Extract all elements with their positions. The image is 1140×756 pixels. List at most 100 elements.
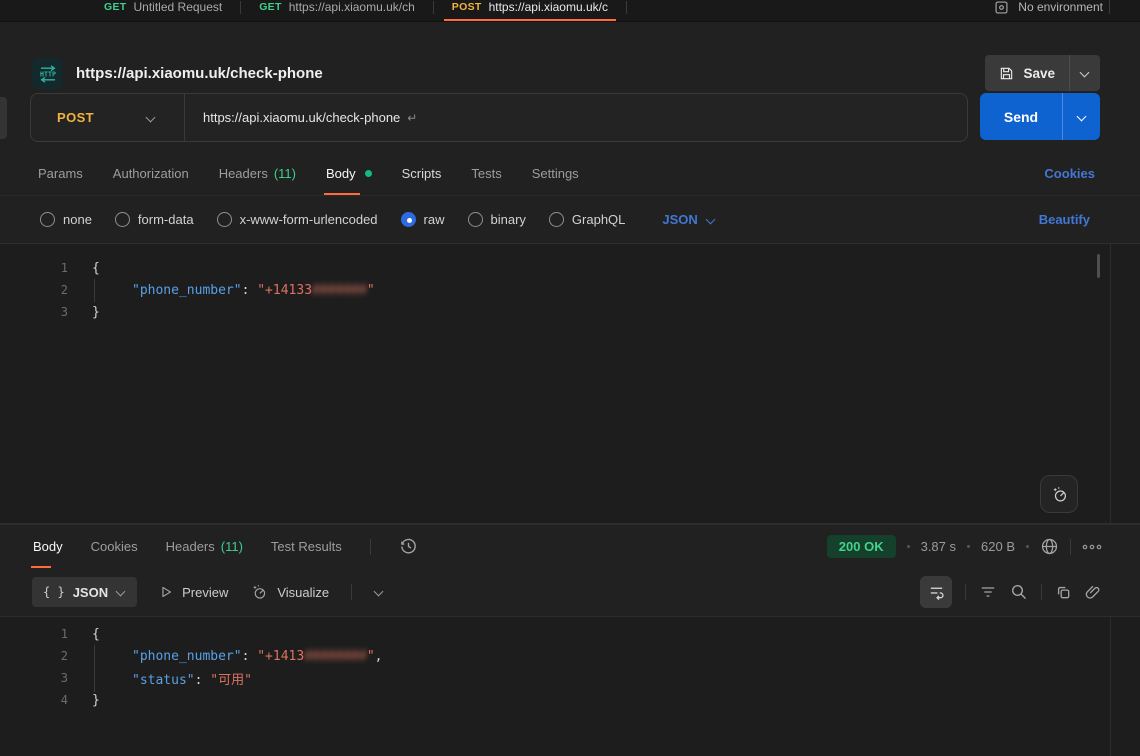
- editor-scrollbar[interactable]: [1097, 254, 1100, 278]
- enter-key-hint: ↵: [407, 111, 417, 125]
- tab-settings[interactable]: Settings: [532, 152, 579, 195]
- line-number: 1: [0, 261, 68, 275]
- radio-binary[interactable]: binary: [468, 212, 526, 227]
- language-selector[interactable]: JSON: [662, 212, 715, 227]
- tab-body-active[interactable]: Body: [326, 152, 372, 195]
- line-number: 1: [0, 627, 68, 641]
- send-options-button[interactable]: [1063, 93, 1100, 140]
- code-token: :: [242, 649, 258, 664]
- request-tab-3-active[interactable]: POST https://api.xiaomu.uk/c: [434, 0, 626, 21]
- response-tab-headers[interactable]: Headers (11): [166, 525, 243, 568]
- response-meta: 200 OK 3.87 s 620 B: [827, 535, 1102, 558]
- tab-method-badge: POST: [452, 1, 482, 13]
- editor-right-border: [1110, 617, 1111, 756]
- tab-params[interactable]: Params: [38, 152, 83, 195]
- radio-none[interactable]: none: [40, 212, 92, 227]
- search-icon[interactable]: [1010, 583, 1028, 601]
- json-key: "phone_number": [132, 283, 242, 298]
- json-key: "phone_number": [132, 649, 242, 664]
- tab-tests[interactable]: Tests: [471, 152, 501, 195]
- copy-icon[interactable]: [1055, 584, 1072, 601]
- language-label: JSON: [662, 212, 697, 227]
- postbot-button[interactable]: [1040, 475, 1078, 513]
- radio-label: none: [63, 212, 92, 227]
- tab-scripts[interactable]: Scripts: [402, 152, 442, 195]
- response-format-selector[interactable]: { } JSON: [32, 577, 137, 607]
- response-size[interactable]: 620 B: [981, 539, 1015, 554]
- radio-circle-selected: [401, 212, 416, 227]
- headers-count-badge: (11): [274, 166, 296, 181]
- request-tab-1[interactable]: GET Untitled Request: [86, 0, 240, 21]
- line-number: 3: [0, 305, 68, 319]
- status-badge[interactable]: 200 OK: [827, 535, 896, 558]
- json-value: ": [367, 283, 375, 298]
- request-title: https://api.xiaomu.uk/check-phone: [76, 65, 323, 82]
- chevron-down-icon[interactable]: [374, 588, 384, 596]
- beautify-link[interactable]: Beautify: [1039, 212, 1090, 227]
- preview-button[interactable]: Preview: [159, 585, 228, 600]
- json-value: "+1413: [257, 649, 304, 664]
- globe-network-icon[interactable]: [1040, 537, 1059, 556]
- code-line: 1 {: [0, 623, 1140, 645]
- history-clock-icon[interactable]: [399, 537, 418, 556]
- tab-label: Untitled Request: [134, 0, 223, 14]
- divider: [351, 584, 352, 600]
- radio-label: form-data: [138, 212, 194, 227]
- json-value: "+14133: [257, 283, 312, 298]
- url-bar-divider: [184, 94, 185, 141]
- visualize-label: Visualize: [277, 585, 329, 600]
- tab-label: Settings: [532, 166, 579, 181]
- tab-label: Body: [33, 539, 63, 554]
- radio-label: raw: [424, 212, 445, 227]
- send-split-button: Send: [980, 93, 1100, 140]
- tab-headers[interactable]: Headers (11): [219, 152, 296, 195]
- response-tab-cookies[interactable]: Cookies: [91, 525, 138, 568]
- radio-circle: [468, 212, 483, 227]
- tab-label: https://api.xiaomu.uk/c: [489, 0, 608, 14]
- code-line: 4 }: [0, 689, 1140, 711]
- code-token: }: [92, 693, 100, 708]
- response-body-editor[interactable]: 1 { 2 "phone_number": "+1413########", 3…: [0, 616, 1140, 756]
- json-value: ": [367, 649, 375, 664]
- chevron-down-icon[interactable]: [146, 114, 156, 122]
- more-actions-icon[interactable]: [1082, 543, 1102, 551]
- wrap-text-button[interactable]: [920, 576, 952, 608]
- radio-graphql[interactable]: GraphQL: [549, 212, 625, 227]
- active-tab-underline: [444, 19, 616, 21]
- link-icon[interactable]: [1085, 584, 1102, 601]
- magic-orb-icon: [250, 583, 268, 601]
- chevron-down-icon: [1080, 69, 1090, 77]
- json-key: "status": [132, 673, 195, 688]
- divider: [965, 584, 966, 600]
- response-toolbar: { } JSON Preview Visualize: [0, 568, 1140, 616]
- code-line: 3 }: [0, 301, 1140, 323]
- radio-form-data[interactable]: form-data: [115, 212, 194, 227]
- send-button[interactable]: Send: [980, 93, 1062, 140]
- radio-raw-selected[interactable]: raw: [401, 212, 445, 227]
- response-tab-body-active[interactable]: Body: [33, 525, 63, 568]
- radio-x-www-form-urlencoded[interactable]: x-www-form-urlencoded: [217, 212, 378, 227]
- body-type-row: none form-data x-www-form-urlencoded raw…: [0, 196, 1140, 243]
- save-button[interactable]: Save: [985, 55, 1069, 91]
- floppy-save-icon: [999, 66, 1014, 81]
- visualize-button[interactable]: Visualize: [250, 583, 329, 601]
- tab-label: Tests: [471, 166, 501, 181]
- method-selector[interactable]: POST: [31, 110, 94, 125]
- line-number: 4: [0, 693, 68, 707]
- code-line: 3 "status": "可用": [0, 667, 1140, 689]
- save-options-button[interactable]: [1070, 55, 1100, 91]
- response-time[interactable]: 3.87 s: [921, 539, 956, 554]
- redacted-value: #######: [312, 283, 367, 298]
- sidebar-edge-handle[interactable]: [0, 97, 7, 139]
- environment-selector[interactable]: No environment: [994, 0, 1103, 15]
- tab-label: Cookies: [91, 539, 138, 554]
- url-input[interactable]: https://api.xiaomu.uk/check-phone: [203, 110, 400, 125]
- request-body-editor[interactable]: 1 { 2 "phone_number": "+14133#######" 3 …: [0, 243, 1140, 524]
- filter-icon[interactable]: [979, 584, 997, 600]
- tab-authorization[interactable]: Authorization: [113, 152, 189, 195]
- cookies-link[interactable]: Cookies: [1044, 166, 1095, 181]
- preview-label: Preview: [182, 585, 228, 600]
- response-tab-test-results[interactable]: Test Results: [271, 525, 342, 568]
- request-tab-2[interactable]: GET https://api.xiaomu.uk/ch: [241, 0, 433, 21]
- request-title-row: HTTP https://api.xiaomu.uk/check-phone S…: [0, 22, 1140, 80]
